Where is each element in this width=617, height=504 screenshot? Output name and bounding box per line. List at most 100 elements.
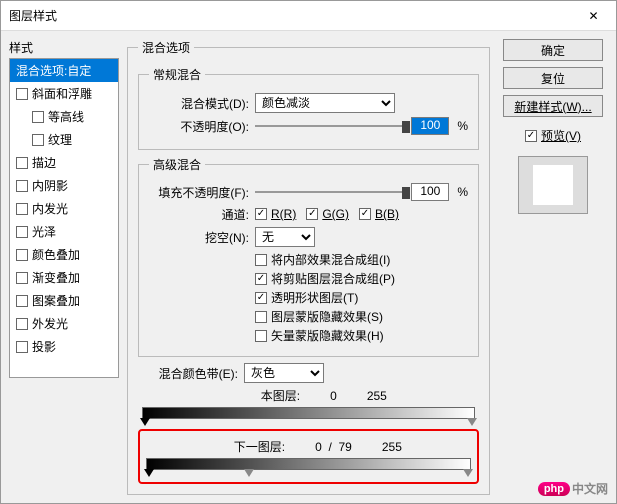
style-item-9[interactable]: 渐变叠加 — [10, 266, 118, 289]
this-layer-label: 本图层: — [230, 387, 300, 404]
close-button[interactable]: ✕ — [571, 1, 616, 31]
fill-opacity-unit: % — [457, 185, 468, 199]
close-icon: ✕ — [588, 9, 598, 23]
channel-g-checkbox[interactable]: G(G) — [306, 207, 349, 221]
style-item-8[interactable]: 颜色叠加 — [10, 243, 118, 266]
blend-mode-select[interactable]: 颜色减淡 — [255, 93, 395, 113]
preview-checkbox[interactable]: 预览(V) — [525, 127, 581, 144]
under-layer-black-stop[interactable] — [144, 469, 154, 477]
sidebar-label: 样式 — [9, 39, 119, 56]
blend-if-section: 混合颜色带(E): 灰色 本图层: 0 255 — [138, 363, 479, 484]
style-item-label: 渐变叠加 — [32, 269, 80, 286]
style-item-label: 内阴影 — [32, 177, 68, 194]
adv-opt-label: 透明形状图层(T) — [271, 289, 358, 306]
style-item-3[interactable]: 纹理 — [10, 128, 118, 151]
style-item-checkbox[interactable] — [32, 111, 44, 123]
style-item-11[interactable]: 外发光 — [10, 312, 118, 335]
advanced-blending-group: 高级混合 填充不透明度(F): 100 % 通道: R(R) G(G) — [138, 156, 479, 357]
style-item-label: 斜面和浮雕 — [32, 85, 92, 102]
blend-if-select[interactable]: 灰色 — [244, 363, 324, 383]
adv-opt-4[interactable]: 矢量蒙版隐藏效果(H) — [255, 327, 468, 344]
adv-opt-2[interactable]: 透明形状图层(T) — [255, 289, 468, 306]
adv-opt-checkbox[interactable] — [255, 330, 267, 342]
style-item-label: 投影 — [32, 338, 56, 355]
this-layer-black-stop[interactable] — [140, 418, 150, 426]
style-item-label: 颜色叠加 — [32, 246, 80, 263]
style-item-label: 混合选项:自定 — [16, 62, 91, 79]
under-layer-hi: 255 — [382, 440, 402, 454]
knockout-label: 挖空(N): — [149, 229, 249, 246]
style-list[interactable]: 混合选项:自定斜面和浮雕等高线纹理描边内阴影内发光光泽颜色叠加渐变叠加图案叠加外… — [9, 58, 119, 378]
this-layer-hi: 255 — [367, 389, 387, 403]
channel-r-checkbox[interactable]: R(R) — [255, 207, 296, 221]
style-item-checkbox[interactable] — [16, 295, 28, 307]
underlying-layer-highlight: 下一图层: 0 / 79 255 — [138, 429, 479, 484]
adv-opt-checkbox[interactable] — [255, 311, 267, 323]
this-layer-lo: 0 — [330, 389, 337, 403]
style-item-checkbox[interactable] — [16, 203, 28, 215]
style-item-checkbox[interactable] — [16, 157, 28, 169]
adv-opt-1[interactable]: 将剪贴图层混合成组(P) — [255, 270, 468, 287]
style-item-0[interactable]: 混合选项:自定 — [10, 59, 118, 82]
style-item-label: 内发光 — [32, 200, 68, 217]
under-layer-white-stop[interactable] — [463, 469, 473, 477]
style-item-label: 图案叠加 — [32, 292, 80, 309]
style-item-12[interactable]: 投影 — [10, 335, 118, 358]
blending-options-group: 混合选项 常规混合 混合模式(D): 颜色减淡 不透明度(O): — [127, 39, 490, 495]
under-layer-gradient[interactable] — [146, 458, 471, 470]
adv-opt-checkbox[interactable] — [255, 292, 267, 304]
channels-label: 通道: — [149, 206, 249, 223]
opacity-label: 不透明度(O): — [149, 118, 249, 135]
titlebar: 图层样式 ✕ — [1, 1, 616, 31]
this-layer-gradient[interactable] — [142, 407, 475, 419]
cancel-button[interactable]: 复位 — [503, 67, 603, 89]
channel-b-checkbox[interactable]: B(B) — [359, 207, 399, 221]
general-blending-group: 常规混合 混合模式(D): 颜色减淡 不透明度(O): 100 % — [138, 66, 479, 150]
style-item-checkbox[interactable] — [32, 134, 44, 146]
opacity-unit: % — [457, 119, 468, 133]
style-item-checkbox[interactable] — [16, 180, 28, 192]
style-item-1[interactable]: 斜面和浮雕 — [10, 82, 118, 105]
style-item-6[interactable]: 内发光 — [10, 197, 118, 220]
knockout-select[interactable]: 无 — [255, 227, 315, 247]
style-item-checkbox[interactable] — [16, 272, 28, 284]
ok-button[interactable]: 确定 — [503, 39, 603, 61]
style-item-7[interactable]: 光泽 — [10, 220, 118, 243]
style-item-checkbox[interactable] — [16, 341, 28, 353]
style-item-4[interactable]: 描边 — [10, 151, 118, 174]
fill-opacity-input[interactable]: 100 — [411, 183, 449, 201]
adv-opt-3[interactable]: 图层蒙版隐藏效果(S) — [255, 308, 468, 325]
style-item-2[interactable]: 等高线 — [10, 105, 118, 128]
style-item-checkbox[interactable] — [16, 249, 28, 261]
under-layer-split-stop[interactable] — [244, 469, 254, 477]
style-item-10[interactable]: 图案叠加 — [10, 289, 118, 312]
adv-opt-label: 图层蒙版隐藏效果(S) — [271, 308, 383, 325]
style-item-label: 光泽 — [32, 223, 56, 240]
style-item-checkbox[interactable] — [16, 318, 28, 330]
opacity-input[interactable]: 100 — [411, 117, 449, 135]
opacity-slider[interactable] — [255, 119, 405, 133]
under-layer-label: 下一图层: — [215, 438, 285, 455]
new-style-button[interactable]: 新建样式(W)... — [503, 95, 603, 117]
layer-style-dialog: 图层样式 ✕ 样式 混合选项:自定斜面和浮雕等高线纹理描边内阴影内发光光泽颜色叠… — [0, 0, 617, 504]
adv-opt-checkbox[interactable] — [255, 273, 267, 285]
adv-opt-checkbox[interactable] — [255, 254, 267, 266]
adv-opt-label: 矢量蒙版隐藏效果(H) — [271, 327, 384, 344]
style-item-checkbox[interactable] — [16, 88, 28, 100]
adv-opt-0[interactable]: 将内部效果混合成组(I) — [255, 251, 468, 268]
main-panel: 混合选项 常规混合 混合模式(D): 颜色减淡 不透明度(O): — [127, 39, 490, 495]
style-item-5[interactable]: 内阴影 — [10, 174, 118, 197]
right-button-panel: 确定 复位 新建样式(W)... 预览(V) — [498, 39, 608, 495]
window-title: 图层样式 — [9, 7, 57, 24]
style-item-checkbox[interactable] — [16, 226, 28, 238]
blend-mode-label: 混合模式(D): — [149, 95, 249, 112]
styles-sidebar: 样式 混合选项:自定斜面和浮雕等高线纹理描边内阴影内发光光泽颜色叠加渐变叠加图案… — [9, 39, 119, 495]
advanced-blending-legend: 高级混合 — [149, 156, 205, 173]
preview-swatch — [518, 156, 588, 214]
this-layer-white-stop[interactable] — [467, 418, 477, 426]
watermark: php 中文网 — [538, 480, 608, 497]
style-item-label: 纹理 — [48, 131, 72, 148]
style-item-label: 描边 — [32, 154, 56, 171]
fill-opacity-slider[interactable] — [255, 185, 405, 199]
style-item-label: 外发光 — [32, 315, 68, 332]
